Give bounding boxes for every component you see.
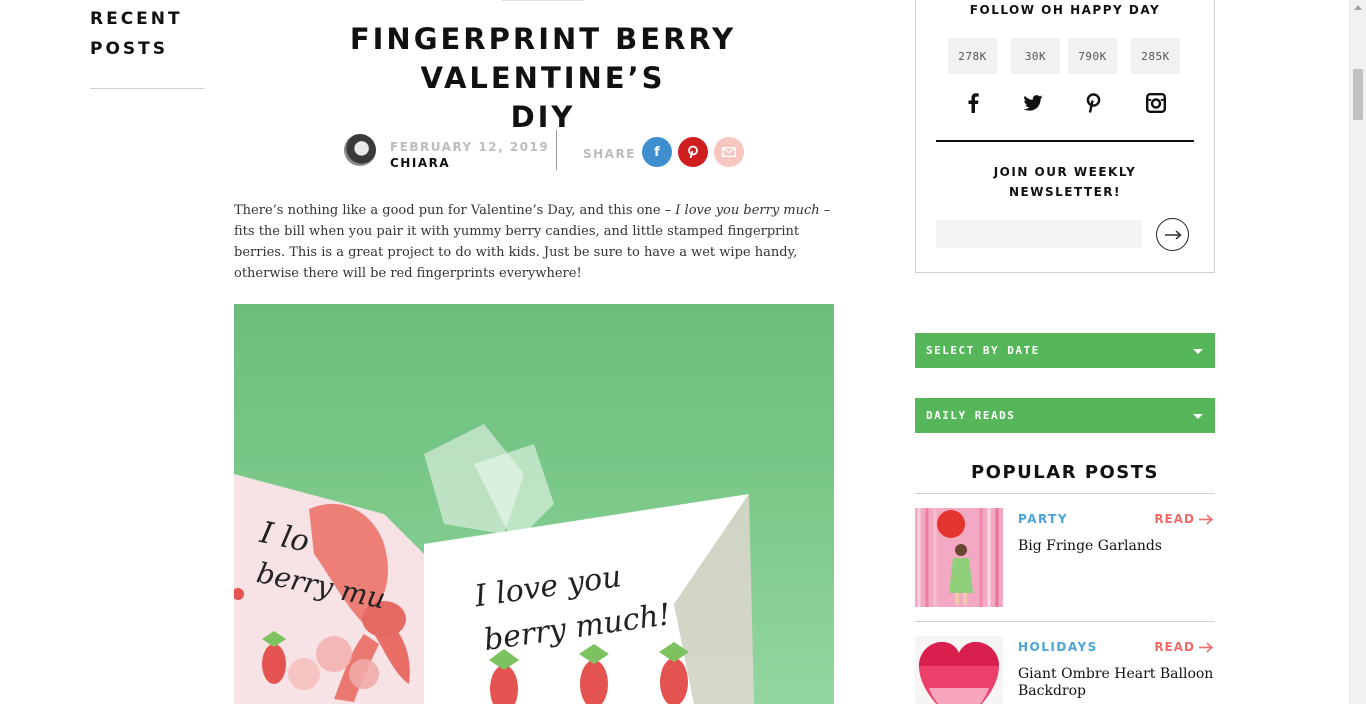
recent-posts: RECENT POSTS: [90, 4, 204, 89]
popular-post-title[interactable]: Big Fringe Garlands: [1018, 538, 1215, 555]
instagram-count: 285K: [1131, 38, 1180, 74]
post-intro: There’s nothing like a good pun for Vale…: [234, 200, 852, 284]
arrow-right-icon: [1199, 641, 1213, 653]
twitter-count: 30K: [1011, 38, 1060, 74]
post-date: FEBRUARY 12, 2019: [390, 140, 550, 154]
popular-post-item[interactable]: PARTY READ Big Fringe Garlands: [915, 508, 1215, 608]
pinterest-count: 790K: [1068, 38, 1117, 74]
newsletter-email-input[interactable]: [936, 220, 1142, 248]
daily-reads-label: DAILY READS: [926, 409, 1016, 422]
share-label: SHARE: [583, 147, 636, 161]
caret-down-icon: [1193, 349, 1203, 354]
read-label: READ: [1154, 512, 1195, 526]
newsletter-title: JOIN OUR WEEKLY NEWSLETTER!: [916, 162, 1214, 202]
popular-posts-title: POPULAR POSTS: [970, 462, 1160, 483]
popular-post-read-link[interactable]: READ: [1154, 512, 1213, 526]
scroll-up-arrow-icon[interactable]: [1354, 5, 1362, 10]
facebook-icon: f: [654, 144, 660, 160]
recent-posts-title-line2: POSTS: [90, 39, 168, 59]
facebook-icon[interactable]: [960, 90, 986, 116]
caret-down-icon: [1193, 414, 1203, 419]
read-label: READ: [1154, 640, 1195, 654]
post-meta: FEBRUARY 12, 2019 CHIARA SHARE f: [234, 130, 852, 186]
arrow-right-icon: [1199, 513, 1213, 525]
select-by-date-dropdown[interactable]: SELECT BY DATE: [915, 333, 1215, 368]
newsletter-submit-button[interactable]: [1156, 218, 1189, 251]
post-title-line2: DIY: [510, 100, 576, 134]
meta-divider: [556, 130, 557, 170]
hero-image[interactable]: I love you berry much! I lo berry mu: [234, 304, 834, 704]
popular-post-item[interactable]: HOLIDAYS READ Giant Ombre Heart Balloon …: [915, 636, 1215, 704]
recent-posts-title: RECENT POSTS: [90, 4, 204, 64]
popular-post-read-link[interactable]: READ: [1154, 640, 1213, 654]
pinterest-icon[interactable]: [1080, 90, 1106, 116]
pinterest-icon: [688, 145, 698, 159]
recent-posts-divider: [90, 88, 204, 89]
follow-box: FOLLOW OH HAPPY DAY 278K 30K 790K 285K J…: [915, 0, 1215, 273]
follow-divider: [936, 140, 1194, 142]
page-scrollbar[interactable]: [1349, 0, 1366, 704]
intro-text-start: There’s nothing like a good pun for Vale…: [234, 203, 676, 218]
popular-divider: [915, 493, 1215, 494]
popular-post-thumbnail[interactable]: [915, 636, 1003, 704]
popular-post-thumbnail[interactable]: [915, 508, 1003, 607]
popular-post-title[interactable]: Giant Ombre Heart Balloon Backdrop: [1018, 666, 1215, 700]
select-by-date-label: SELECT BY DATE: [926, 344, 1040, 357]
top-divider: [502, 0, 584, 1]
share-pinterest-button[interactable]: [678, 137, 708, 167]
email-icon: [722, 147, 736, 157]
popular-post-category[interactable]: HOLIDAYS: [1018, 640, 1098, 654]
popular-divider: [915, 621, 1215, 622]
newsletter-title-line1: JOIN OUR WEEKLY: [993, 165, 1137, 179]
hero-illustration: I love you berry much! I lo berry mu: [234, 424, 754, 704]
author-avatar[interactable]: [344, 134, 376, 166]
popular-post-category[interactable]: PARTY: [1018, 512, 1068, 526]
instagram-icon[interactable]: [1143, 90, 1169, 116]
follow-title: FOLLOW OH HAPPY DAY: [969, 3, 1161, 17]
arrow-right-icon: [1164, 229, 1182, 240]
newsletter-title-line2: NEWSLETTER!: [1008, 185, 1122, 199]
facebook-count: 278K: [948, 38, 997, 74]
twitter-icon[interactable]: [1020, 90, 1046, 116]
post-title-line1: FINGERPRINT BERRY VALENTINE’S: [349, 22, 737, 95]
post-title: FINGERPRINT BERRY VALENTINE’S DIY: [234, 20, 852, 137]
scrollbar-thumb[interactable]: [1353, 69, 1363, 120]
recent-posts-title-line1: RECENT: [90, 9, 183, 29]
post-author[interactable]: CHIARA: [390, 156, 450, 170]
share-email-button[interactable]: [714, 137, 744, 167]
intro-emphasis: I love you berry much: [675, 203, 820, 218]
daily-reads-dropdown[interactable]: DAILY READS: [915, 398, 1215, 433]
share-facebook-button[interactable]: f: [642, 137, 672, 167]
